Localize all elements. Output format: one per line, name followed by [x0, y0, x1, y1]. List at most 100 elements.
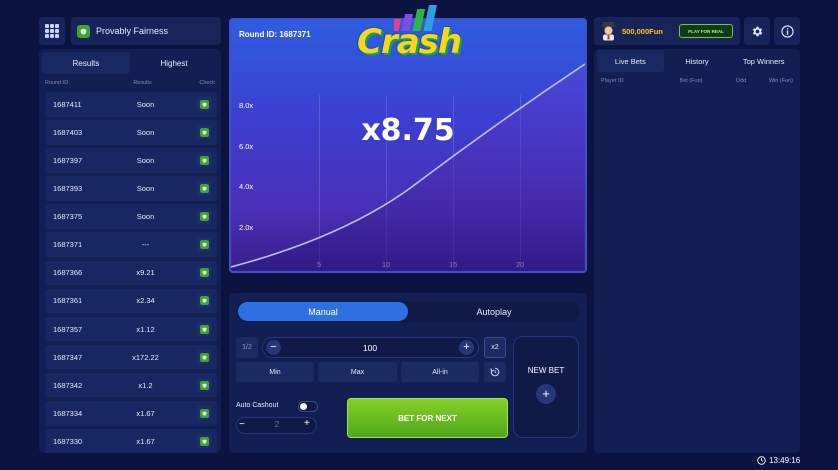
check-cell — [197, 237, 211, 252]
check-cell — [197, 265, 211, 280]
result-cell: x1.12 — [136, 324, 155, 334]
crash-logo: Crash — [354, 2, 462, 62]
verify-round-button[interactable] — [197, 181, 211, 196]
results-table-header: Round ID Results Check — [39, 80, 221, 86]
all-in-button[interactable]: All-in — [401, 362, 479, 382]
verify-round-button[interactable] — [197, 406, 211, 421]
bet-amount-value[interactable]: 100 — [330, 343, 410, 353]
result-cell: x172.22 — [132, 352, 159, 362]
verify-round-button[interactable] — [197, 322, 211, 336]
verify-round-button[interactable] — [197, 265, 211, 280]
increase-cashout-button[interactable]: + — [304, 418, 310, 429]
provably-fairness-label: Provably Fairness — [96, 26, 169, 36]
column-bet: Bet (Fun) — [679, 78, 703, 84]
verify-round-button[interactable] — [197, 97, 211, 112]
max-bet-button[interactable]: Max — [318, 362, 397, 382]
decrease-bet-button[interactable]: − — [266, 340, 281, 355]
table-row: 1687411 Soon — [45, 92, 217, 117]
table-row: 1687330 x1.67 — [45, 429, 217, 453]
add-bet-button[interactable]: + — [536, 384, 556, 404]
min-bet-button[interactable]: Min — [236, 362, 314, 382]
tab-results[interactable]: Results — [42, 52, 130, 74]
results-tabs: Results Highest — [42, 52, 218, 74]
table-row: 1687403 Soon — [45, 120, 217, 145]
gear-icon — [752, 26, 762, 36]
half-bet-button[interactable]: 1/2 — [236, 337, 258, 358]
round-id-cell: 1687375 — [53, 212, 83, 222]
tab-live-bets[interactable]: Live Bets — [597, 50, 664, 72]
result-cell: --- — [141, 240, 150, 250]
shield-icon — [199, 155, 209, 165]
shield-icon — [199, 296, 209, 306]
shield-icon — [199, 240, 209, 250]
tab-history[interactable]: History — [664, 50, 731, 72]
table-row: 1687334 x1.67 — [45, 401, 217, 426]
current-multiplier: x8.75 — [361, 113, 455, 148]
provably-fairness-button[interactable]: Provably Fairness — [71, 17, 221, 45]
tab-top-winners[interactable]: Top Winners — [730, 50, 797, 72]
shield-icon — [199, 184, 209, 194]
settings-button[interactable] — [744, 17, 770, 45]
history-reset-icon — [490, 367, 500, 377]
table-row: 1687357 x1.12 — [45, 316, 217, 342]
info-button[interactable] — [774, 17, 800, 45]
auto-cashout-toggle[interactable] — [298, 401, 318, 412]
round-id-cell: 1687342 — [53, 380, 83, 390]
check-cell — [197, 350, 211, 365]
column-round-id: Round ID — [45, 80, 69, 86]
round-id-cell: 1687371 — [53, 240, 83, 250]
auto-cashout-label: Auto Cashout — [236, 402, 279, 409]
result-cell: x9.21 — [136, 268, 155, 278]
shield-icon — [199, 324, 209, 334]
round-id-cell: 1687397 — [53, 155, 83, 165]
menu-grid-button[interactable] — [39, 17, 65, 45]
check-cell — [197, 125, 211, 140]
round-id-cell: 1687366 — [53, 268, 83, 278]
column-player-id: Player ID — [601, 78, 624, 84]
verify-round-button[interactable] — [197, 434, 211, 449]
result-cell: x1.2 — [138, 380, 153, 390]
bet-for-next-button[interactable]: BET FOR NEXT — [347, 398, 508, 438]
column-win: Win (Fun) — [768, 78, 793, 84]
verify-round-button[interactable] — [197, 209, 211, 224]
decrease-cashout-button[interactable]: − — [239, 419, 245, 430]
clock: 13:49:16 — [757, 456, 800, 465]
shield-icon — [199, 127, 209, 137]
table-row: 1687393 Soon — [45, 176, 217, 201]
verify-round-button[interactable] — [197, 378, 211, 393]
reset-bet-button[interactable] — [484, 362, 506, 382]
column-check: Check — [199, 80, 215, 86]
play-for-real-button[interactable]: PLAY FOR REAL — [679, 24, 733, 38]
auto-cashout-value[interactable]: 2 — [262, 420, 292, 429]
round-id-cell: 1687357 — [53, 324, 83, 334]
check-cell — [197, 97, 211, 112]
increase-bet-button[interactable]: + — [459, 340, 474, 355]
round-id-cell: 1687330 — [53, 436, 83, 446]
tab-autoplay[interactable]: Autoplay — [410, 302, 578, 321]
grid-icon — [45, 24, 59, 38]
verify-round-button[interactable] — [197, 153, 211, 168]
avatar — [601, 22, 616, 41]
double-bet-button[interactable]: x2 — [484, 337, 506, 358]
bets-table-header: Player ID Bet (Fun) Odd Win (Fun) — [594, 78, 800, 84]
tab-manual[interactable]: Manual — [238, 302, 408, 321]
verify-round-button[interactable] — [197, 350, 211, 365]
verify-round-button[interactable] — [197, 125, 211, 140]
shield-icon — [199, 352, 209, 362]
bets-panel: Live Bets History Top Winners Player ID … — [594, 49, 800, 453]
clock-time: 13:49:16 — [769, 456, 801, 465]
shield-icon — [199, 436, 209, 446]
verify-round-button[interactable] — [197, 237, 211, 252]
tab-highest[interactable]: Highest — [130, 52, 218, 74]
check-cell — [197, 181, 211, 196]
new-bet-label: NEW BET — [527, 366, 565, 375]
column-odd: Odd — [735, 78, 747, 84]
verify-round-button[interactable] — [197, 293, 211, 308]
column-results: Results — [133, 80, 152, 86]
clock-icon — [757, 456, 766, 465]
result-cell: Soon — [136, 127, 155, 137]
result-cell: Soon — [136, 184, 155, 194]
table-row: 1687347 x172.22 — [45, 344, 217, 370]
table-row: 1687342 x1.2 — [45, 372, 217, 398]
crash-logo-text: Crash — [357, 22, 462, 62]
